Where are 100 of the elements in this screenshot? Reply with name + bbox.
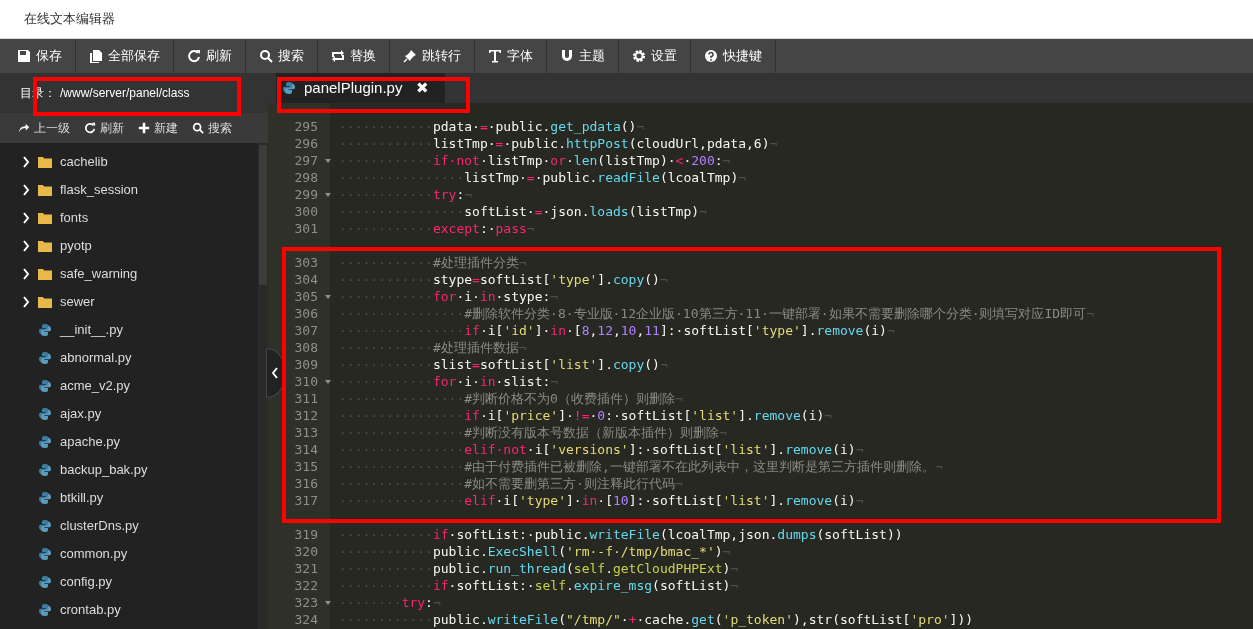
sidebar-action[interactable]: 刷新: [84, 119, 124, 137]
file-tree-item[interactable]: ajax.py: [0, 400, 258, 428]
file-tree-item[interactable]: common.py: [0, 540, 258, 568]
code-line: ················if·i['id']·in·[8,12,10,11]:·softList['type'].remove(i)¬: [338, 322, 895, 339]
line-number: 298: [294, 169, 318, 186]
file-tree-item[interactable]: flask_session: [0, 176, 258, 204]
line-number: 309: [294, 356, 318, 373]
chevron-right-icon: [22, 184, 30, 196]
line-number: 322: [294, 577, 318, 594]
line-number: 312: [294, 407, 318, 424]
line-number: 320: [294, 543, 318, 560]
code-line: ················elif·i['type']·in·[10]:·softList['list'].remove(i)¬: [338, 492, 864, 509]
file-tree-item[interactable]: cachelib: [0, 148, 258, 176]
line-number: 323: [294, 594, 318, 611]
line-number: 303: [294, 254, 318, 271]
file-tree-item[interactable]: abnormal.py: [0, 344, 258, 372]
file-tree-item[interactable]: fonts: [0, 204, 258, 232]
file-tree-item[interactable]: sewer: [0, 288, 258, 316]
code-line: ············pdata·=·public.get_pdata()¬: [338, 118, 645, 135]
close-button[interactable]: ✖: [416, 76, 430, 100]
sidebar-action[interactable]: 上一级: [18, 119, 70, 137]
file-tree-item[interactable]: acme_v2.py: [0, 372, 258, 400]
file-tree-item[interactable]: backup_bak.py: [0, 456, 258, 484]
fold-arrow-icon[interactable]: [325, 600, 331, 605]
python-file-icon: [282, 81, 296, 95]
code-line: ············except:·pass¬: [338, 220, 535, 237]
python-file-icon: [38, 407, 52, 421]
fold-arrow-icon[interactable]: [325, 294, 331, 299]
line-number: 299: [294, 186, 318, 203]
code-line: ················listTmp·=·public.readFile(lcoalTmp)¬: [338, 169, 747, 186]
fold-arrow-icon[interactable]: [325, 192, 331, 197]
file-tree-item[interactable]: pyotp: [0, 232, 258, 260]
line-number: 295: [294, 118, 318, 135]
line-number: 319: [294, 526, 318, 543]
code-line: ················#判断价格不为0（收费插件）则删除¬: [338, 390, 683, 407]
file-tree-item[interactable]: crontab.py: [0, 596, 258, 624]
file-tree-item[interactable]: config.py: [0, 568, 258, 596]
file-tree-item[interactable]: clusterDns.py: [0, 512, 258, 540]
code-line: ············try:¬: [338, 186, 473, 203]
code-line: ············public.writeFile("/tmp/"·+·cache.get('p_token'),str(softList['pro'])): [338, 611, 974, 628]
swap-arrows-icon: [331, 49, 345, 63]
code-line: ········try:¬: [338, 594, 441, 611]
python-file-icon: [38, 323, 52, 337]
directory-path: /www/server/panel/class: [60, 85, 190, 102]
sidebar-action[interactable]: 搜索: [192, 119, 232, 137]
python-file-icon: [38, 547, 52, 561]
code-line: ············listTmp·=·public.httpPost(cloudUrl,pdata,6)¬: [338, 135, 778, 152]
copy-icon: [89, 49, 103, 63]
scrollbar[interactable]: [258, 143, 268, 629]
file-tree-item[interactable]: __init__.py: [0, 316, 258, 344]
folder-icon: [38, 240, 52, 252]
text-icon: [488, 49, 502, 63]
code-line: ················if·i['price']·!=·0:·softList['list'].remove(i)¬: [338, 407, 833, 424]
search-icon: [192, 122, 204, 134]
code-line: ················#删除软件分类·8·专业版·12企业版·10第三方·11·一键部署·如果不需要删除哪个分类·则填写对应ID即可¬: [338, 305, 1094, 322]
file-tree-item[interactable]: safe_warning: [0, 260, 258, 288]
folder-icon: [38, 212, 52, 224]
line-number: 305: [294, 288, 318, 305]
line-number: 304: [294, 271, 318, 288]
code-line: ············for·i·in·stype:¬: [338, 288, 559, 305]
code-line: ············for·i·in·slist:¬: [338, 373, 559, 390]
line-number: 297: [294, 152, 318, 169]
line-number: 321: [294, 560, 318, 577]
code-line: ············public.ExecShell('rm·-f·/tmp/bmac_*')¬: [338, 543, 731, 560]
chevron-right-icon: [22, 296, 30, 308]
folder-icon: [38, 184, 52, 196]
file-tree-item[interactable]: btkill.py: [0, 484, 258, 512]
chevron-right-icon: [22, 212, 30, 224]
code-line: ············stype=softList['type'].copy()¬: [338, 271, 668, 288]
code-line: ············if·softList:·self.expire_msg(softList)¬: [338, 577, 739, 594]
python-file-icon: [38, 351, 52, 365]
window-title: 在线文本编辑器: [24, 10, 115, 29]
chevron-right-icon: [22, 156, 30, 168]
line-number: 300: [294, 203, 318, 220]
chevron-right-icon: [22, 268, 30, 280]
python-file-icon: [38, 519, 52, 533]
fold-arrow-icon[interactable]: [325, 158, 331, 163]
line-number: 316: [294, 475, 318, 492]
line-number: 311: [294, 390, 318, 407]
tab-label: panelPlugin.py: [304, 77, 403, 98]
line-number: 315: [294, 458, 318, 475]
code-line: ············slist=softList['list'].copy()¬: [338, 356, 668, 373]
search-icon: [259, 49, 273, 63]
folder-icon: [38, 268, 52, 280]
folder-icon: [38, 296, 52, 308]
line-number: 317: [294, 492, 318, 509]
file-tree-item[interactable]: apache.py: [0, 428, 258, 456]
line-number: 301: [294, 220, 318, 237]
folder-icon: [38, 156, 52, 168]
python-file-icon: [38, 435, 52, 449]
magnet-icon: [560, 49, 574, 63]
line-number: 307: [294, 322, 318, 339]
sidebar-action[interactable]: 新建: [138, 119, 178, 137]
code-line: ············if·softList:·public.writeFile(lcoalTmp,json.dumps(softList)): [338, 526, 903, 543]
code-line: ················#判断没有版本号数据（新版本插件）则删除¬: [338, 424, 727, 441]
code-line: ············#处理插件分类¬: [338, 254, 527, 271]
fold-arrow-icon[interactable]: [325, 379, 331, 384]
refresh-icon: [187, 49, 201, 63]
line-number: 310: [294, 373, 318, 390]
settings-icon: [632, 49, 646, 63]
